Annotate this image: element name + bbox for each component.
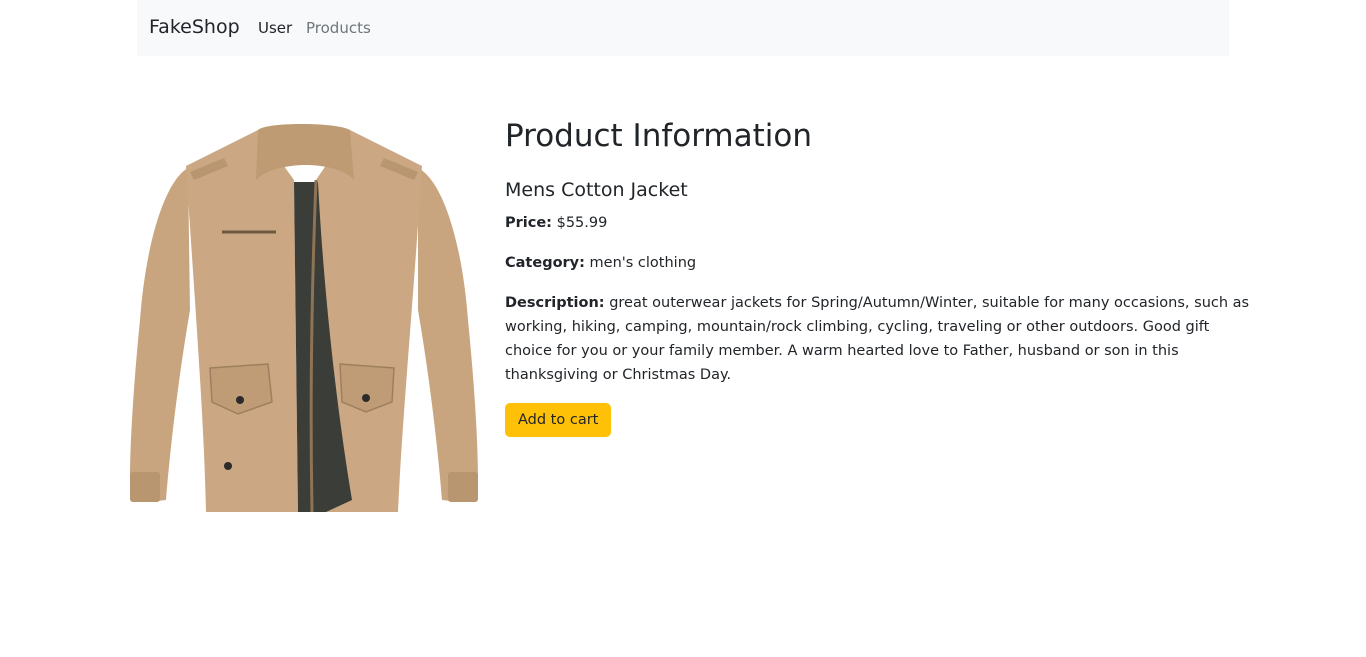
jacket-image-icon	[130, 124, 478, 513]
category-label: Category:	[505, 254, 585, 271]
category-row: Category: men's clothing	[505, 251, 1250, 275]
price-value: $55.99	[556, 214, 608, 231]
navbar: FakeShop User Products	[137, 0, 1229, 56]
nav-link-products[interactable]: Products	[306, 19, 371, 37]
price-label: Price:	[505, 214, 552, 231]
nav-link-user[interactable]: User	[258, 19, 292, 37]
product-image	[126, 120, 482, 516]
category-value: men's clothing	[589, 254, 697, 271]
brand-link[interactable]: FakeShop	[149, 16, 240, 38]
description-label: Description:	[505, 294, 605, 311]
description-row: Description: great outerwear jackets for…	[505, 291, 1250, 387]
product-info: Product Information Mens Cotton Jacket P…	[505, 118, 1250, 437]
product-name: Mens Cotton Jacket	[505, 179, 688, 202]
page-title: Product Information	[505, 118, 813, 154]
description-value: great outerwear jackets for Spring/Autum…	[505, 294, 1250, 383]
add-to-cart-button[interactable]: Add to cart	[505, 402, 612, 437]
price-row: Price: $55.99	[505, 211, 1250, 235]
